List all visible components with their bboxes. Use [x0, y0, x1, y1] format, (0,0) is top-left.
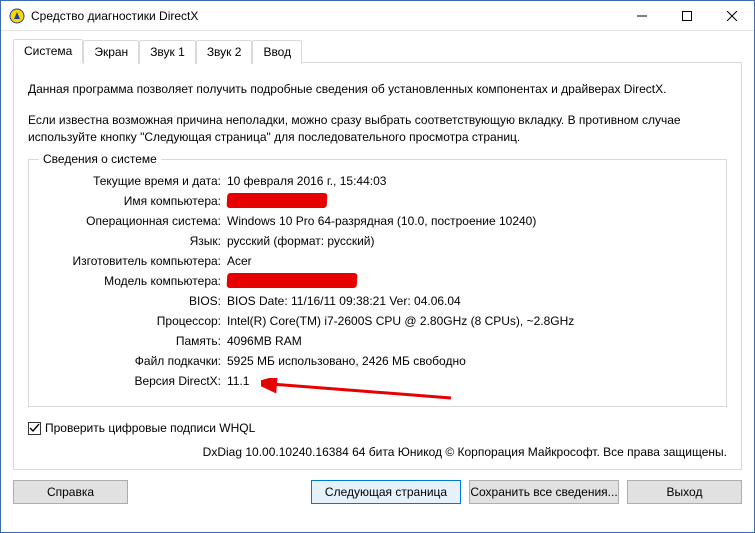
label-pagefile: Файл подкачки: [43, 352, 227, 370]
value-pagefile: 5925 МБ использовано, 2426 МБ свободно [227, 352, 712, 370]
label-os: Операционная система: [43, 212, 227, 230]
value-datetime: 10 февраля 2016 г., 15:44:03 [227, 172, 712, 190]
tab-sound2[interactable]: Звук 2 [196, 40, 253, 64]
tab-system[interactable]: Система [13, 39, 83, 63]
tab-panel: Данная программа позволяет получить подр… [13, 63, 742, 470]
value-cpu: Intel(R) Core(TM) i7-2600S CPU @ 2.80GHz… [227, 312, 712, 330]
value-memory: 4096MB RAM [227, 332, 712, 350]
row-bios: BIOS: BIOS Date: 11/16/11 09:38:21 Ver: … [43, 292, 712, 310]
window-controls [619, 1, 754, 30]
row-manufacturer: Изготовитель компьютера: Acer [43, 252, 712, 270]
whql-checkbox[interactable] [28, 422, 41, 435]
row-memory: Память: 4096MB RAM [43, 332, 712, 350]
label-memory: Память: [43, 332, 227, 350]
window-title: Средство диагностики DirectX [31, 9, 619, 23]
minimize-button[interactable] [619, 1, 664, 30]
row-datetime: Текущие время и дата: 10 февраля 2016 г.… [43, 172, 712, 190]
value-bios: BIOS Date: 11/16/11 09:38:21 Ver: 04.06.… [227, 292, 712, 310]
buttons-bar: Справка Следующая страница Сохранить все… [1, 470, 754, 516]
value-directx: 11.1 [227, 372, 712, 390]
label-lang: Язык: [43, 232, 227, 250]
row-cpu: Процессор: Intel(R) Core(TM) i7-2600S CP… [43, 312, 712, 330]
label-computer: Имя компьютера: [43, 192, 227, 210]
row-pagefile: Файл подкачки: 5925 МБ использовано, 242… [43, 352, 712, 370]
label-manufacturer: Изготовитель компьютера: [43, 252, 227, 270]
label-bios: BIOS: [43, 292, 227, 310]
intro-text-2: Если известна возможная причина неполадк… [28, 112, 727, 146]
help-button[interactable]: Справка [13, 480, 128, 504]
intro-text-1: Данная программа позволяет получить подр… [28, 81, 727, 98]
row-computer: Имя компьютера: [43, 192, 712, 210]
check-icon [29, 423, 40, 434]
tab-input[interactable]: Ввод [252, 40, 302, 64]
titlebar: Средство диагностики DirectX [1, 1, 754, 31]
label-model: Модель компьютера: [43, 272, 227, 290]
maximize-button[interactable] [664, 1, 709, 30]
close-button[interactable] [709, 1, 754, 30]
row-directx: Версия DirectX: 11.1 [43, 372, 712, 390]
next-page-button[interactable]: Следующая страница [311, 480, 461, 504]
system-info-group: Сведения о системе Текущие время и дата:… [28, 159, 727, 407]
value-os: Windows 10 Pro 64-разрядная (10.0, постр… [227, 212, 712, 230]
row-model: Модель компьютера: [43, 272, 712, 290]
value-computer-redacted [227, 192, 712, 210]
label-datetime: Текущие время и дата: [43, 172, 227, 190]
save-all-button[interactable]: Сохранить все сведения... [469, 480, 619, 504]
group-legend: Сведения о системе [39, 152, 161, 166]
value-lang: русский (формат: русский) [227, 232, 712, 250]
footer-copyright: DxDiag 10.00.10240.16384 64 бита Юникод … [28, 445, 727, 459]
row-os: Операционная система: Windows 10 Pro 64-… [43, 212, 712, 230]
tabs: Система Экран Звук 1 Звук 2 Ввод [13, 39, 742, 63]
label-cpu: Процессор: [43, 312, 227, 330]
value-manufacturer: Acer [227, 252, 712, 270]
tab-sound1[interactable]: Звук 1 [139, 40, 196, 64]
row-lang: Язык: русский (формат: русский) [43, 232, 712, 250]
exit-button[interactable]: Выход [627, 480, 742, 504]
value-model-redacted [227, 272, 712, 290]
app-icon [9, 8, 25, 24]
whql-checkbox-row[interactable]: Проверить цифровые подписи WHQL [28, 421, 727, 435]
label-directx: Версия DirectX: [43, 372, 227, 390]
whql-label: Проверить цифровые подписи WHQL [45, 421, 255, 435]
tab-display[interactable]: Экран [83, 40, 139, 64]
